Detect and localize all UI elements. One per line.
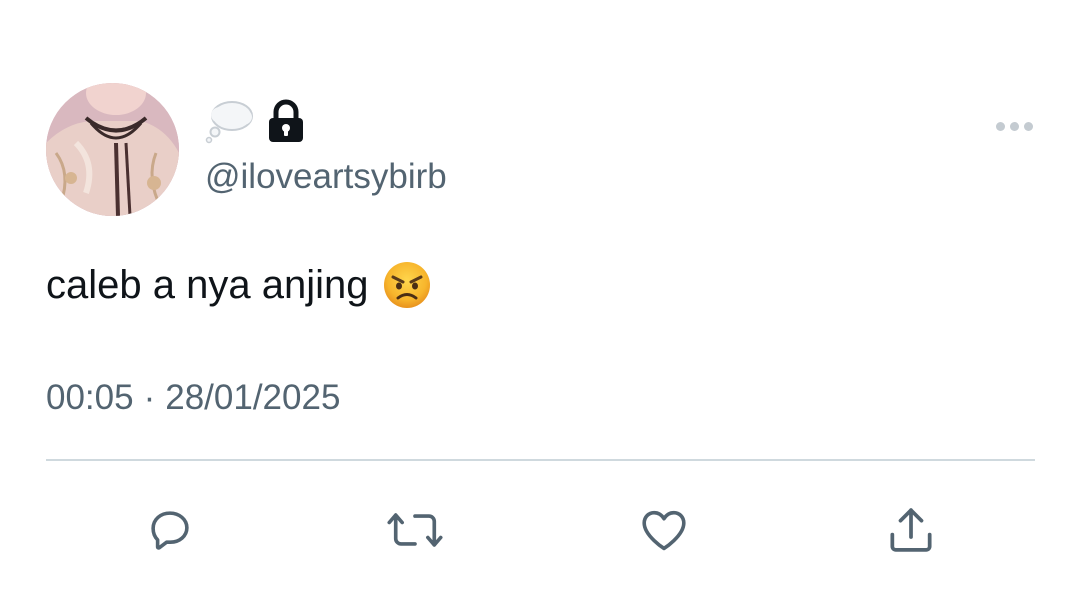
heart-icon xyxy=(642,510,686,551)
tweet-text-content: caleb a nya anjing xyxy=(46,263,369,307)
avatar[interactable] xyxy=(46,83,179,216)
retweet-button[interactable] xyxy=(385,500,445,560)
user-handle[interactable]: @iloveartsybirb xyxy=(205,156,447,198)
divider xyxy=(46,459,1035,461)
share-icon xyxy=(890,508,932,552)
share-button[interactable] xyxy=(881,500,941,560)
tweet-date: 28/01/2025 xyxy=(165,378,341,417)
thought-balloon-icon xyxy=(205,98,253,144)
display-name[interactable] xyxy=(205,98,305,144)
more-options-icon[interactable] xyxy=(996,118,1036,134)
action-bar xyxy=(0,500,1080,560)
lock-icon xyxy=(267,99,305,143)
reply-button[interactable] xyxy=(140,500,200,560)
retweet-icon xyxy=(387,513,443,547)
comment-icon xyxy=(151,511,189,550)
tweet-time: 00:05 xyxy=(46,378,134,417)
angry-face-icon xyxy=(382,260,432,310)
avatar-image xyxy=(46,83,179,216)
tweet-text: caleb a nya anjing xyxy=(46,260,432,310)
tweet-card: @iloveartsybirb caleb a nya anjing 00:05… xyxy=(0,0,1080,595)
tweet-timestamp[interactable]: 00:05 · 28/01/2025 xyxy=(46,376,340,420)
like-button[interactable] xyxy=(634,500,694,560)
timestamp-separator: · xyxy=(143,378,156,417)
